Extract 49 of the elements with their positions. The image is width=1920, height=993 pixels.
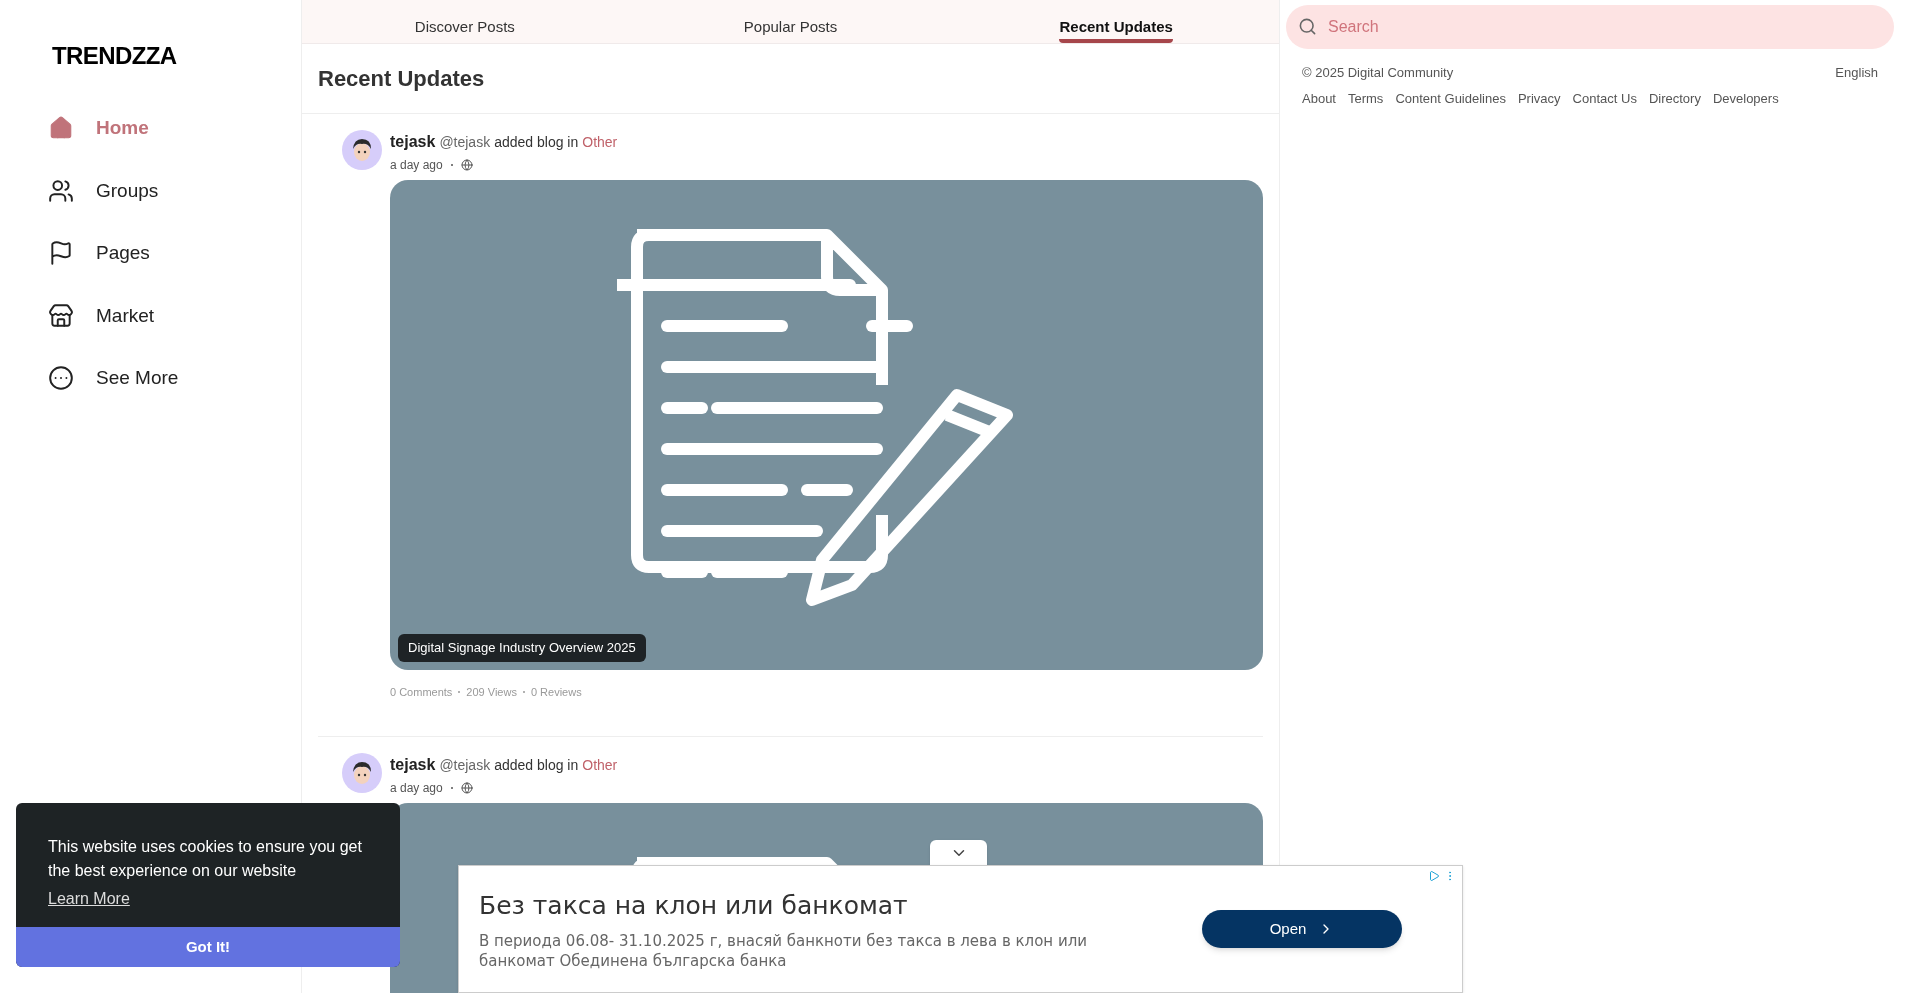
sidebar-item[interactable]: Market	[48, 301, 301, 330]
globe-icon	[460, 158, 473, 171]
post-action: added blog in	[494, 132, 579, 152]
post-time: a day ago	[390, 780, 443, 797]
sidebar-item[interactable]: Groups	[48, 176, 301, 205]
post-time: a day ago	[390, 156, 443, 174]
feed-tab[interactable]: Popular Posts	[627, 0, 954, 43]
footer-link[interactable]: Terms	[1348, 88, 1384, 108]
search-icon	[1298, 17, 1317, 36]
sidebar-item[interactable]: Pages	[48, 239, 301, 268]
feed-tab[interactable]: Recent Updates	[953, 0, 1279, 43]
language-link[interactable]: English	[1835, 63, 1878, 83]
site-logo[interactable]: TRENDZZA	[52, 38, 301, 74]
blog-title-label[interactable]: Digital Signage Industry Overview 2025	[398, 634, 646, 662]
cookie-message: This website uses cookies to ensure you get the best experience on our website	[48, 837, 363, 881]
people-icon	[48, 177, 74, 204]
sidebar-item[interactable]: See More	[48, 364, 301, 393]
footer-link[interactable]: Content Guidelines	[1395, 88, 1506, 108]
category-link[interactable]: Other	[582, 131, 618, 153]
copyright-text: © 2025 Digital Community	[1302, 64, 1454, 82]
avatar-icon	[342, 753, 382, 793]
got-it-button[interactable]: Got It!	[16, 927, 400, 967]
collapse-ad-button[interactable]	[930, 840, 987, 866]
footer-link[interactable]: Developers	[1712, 88, 1779, 108]
search-field[interactable]: Search	[1286, 5, 1894, 49]
author-name[interactable]: tejask	[390, 753, 436, 777]
category-link[interactable]: Other	[582, 755, 618, 776]
ellipsis-icon	[48, 365, 74, 392]
post-action: added blog in	[494, 756, 579, 775]
learn-more-link[interactable]: Learn More	[48, 887, 130, 911]
feed-tab[interactable]: Discover Posts	[302, 0, 628, 43]
footer-link[interactable]: Directory	[1648, 88, 1701, 108]
ad-text: В периода 06.08- 31.10.2025 г, внасяй банкноти без такса в лева в клон или банкомат Обединена българска банка	[479, 930, 1088, 971]
footer-link[interactable]: Contact Us	[1572, 88, 1637, 108]
author-handle: @tejask	[439, 132, 491, 152]
ad-choices-icon[interactable]	[1428, 870, 1440, 882]
author-handle: @tejask	[439, 756, 491, 775]
ad-open-button[interactable]: Open	[1202, 910, 1402, 948]
author-name[interactable]: tejask	[390, 129, 436, 154]
store-icon	[48, 302, 74, 329]
sidebar-item[interactable]: Home	[48, 114, 301, 143]
globe-icon	[460, 782, 473, 794]
ad-title[interactable]: Без такса на клон или банкомат	[479, 887, 1202, 925]
feed-title: Recent Updates	[302, 43, 1279, 114]
footer-link[interactable]: Privacy	[1517, 88, 1561, 108]
blog-cover-image[interactable]: Digital Signage Industry Overview 2025	[390, 179, 1263, 670]
footer-link[interactable]: About	[1302, 88, 1336, 108]
avatar-icon	[342, 129, 382, 170]
flag-icon	[48, 240, 74, 267]
